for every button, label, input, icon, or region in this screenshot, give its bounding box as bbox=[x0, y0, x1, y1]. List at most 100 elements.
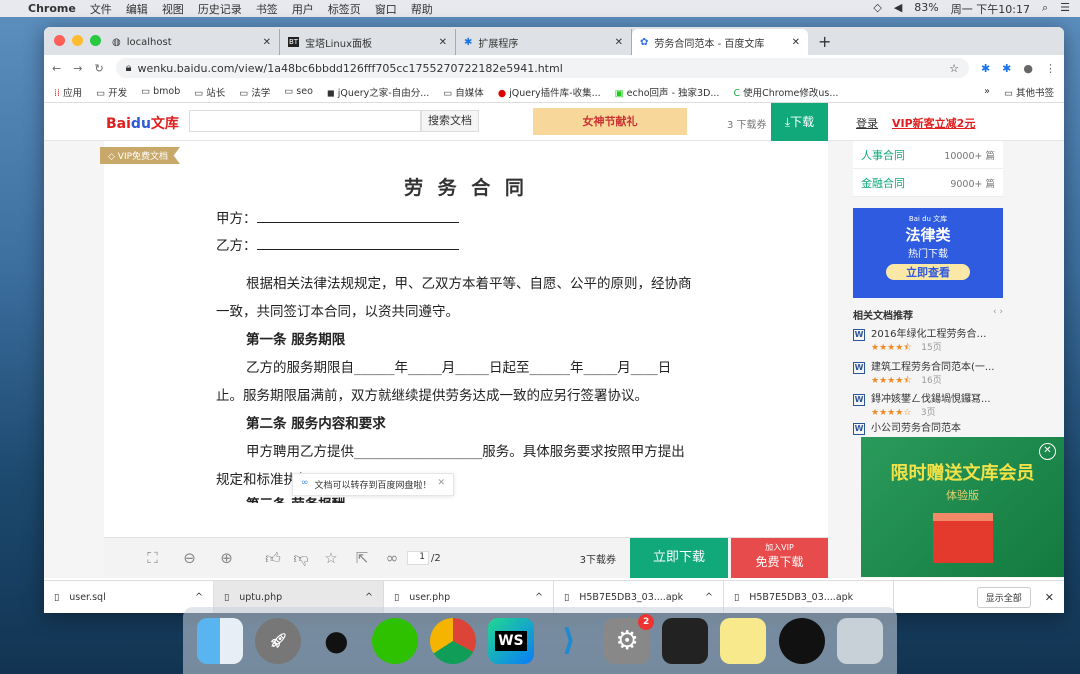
chevron-up-icon[interactable]: ^ bbox=[705, 592, 713, 603]
close-icon[interactable]: ✕ bbox=[792, 37, 800, 48]
wechat-icon[interactable] bbox=[371, 617, 418, 664]
new-tab-button[interactable]: + bbox=[818, 32, 831, 51]
bookmark[interactable]: ▭ bmob bbox=[141, 86, 180, 97]
bookmark[interactable]: ◼ jQuery之家-自由分... bbox=[327, 85, 429, 99]
file-icon: ▯ bbox=[394, 591, 400, 603]
related-doc[interactable]: W 2016年绿化工程劳务合… ★★★★⯪ 15页 bbox=[853, 329, 1003, 354]
menu-item[interactable]: 标签页 bbox=[328, 1, 361, 17]
search-input[interactable] bbox=[189, 110, 421, 132]
bookmark[interactable]: ▣ echo回声 - 独家3D... bbox=[615, 85, 720, 99]
related-doc[interactable]: W 建筑工程劳务合同范本(一... ★★★★⯪ 16页 bbox=[853, 362, 1003, 387]
page-input[interactable]: 1 bbox=[407, 551, 429, 565]
list-icon[interactable]: ☰ bbox=[1060, 1, 1070, 17]
vscode-icon[interactable]: ⟩ bbox=[546, 618, 592, 664]
related-doc[interactable]: W 小公司劳务合同范本 bbox=[853, 423, 1003, 435]
file-icon: ▯ bbox=[54, 591, 60, 603]
download-now-button[interactable]: 立即下载 bbox=[630, 538, 728, 578]
close-icon[interactable]: ✕ bbox=[1045, 591, 1054, 604]
menu-item[interactable]: 视图 bbox=[162, 1, 184, 17]
chevron-up-icon[interactable]: ^ bbox=[535, 592, 543, 603]
star-icon[interactable]: ☆ bbox=[949, 62, 959, 75]
webstorm-icon[interactable]: WS bbox=[487, 617, 534, 664]
search-button[interactable]: 搜索文档 bbox=[421, 110, 479, 132]
close-icon[interactable]: ✕ bbox=[439, 37, 447, 48]
clock[interactable]: 周一 下午10:17 bbox=[951, 1, 1030, 17]
menu-item[interactable]: 用户 bbox=[292, 1, 314, 17]
menu-item[interactable]: 书签 bbox=[256, 1, 278, 17]
zoom-out-icon[interactable]: ⊖ bbox=[171, 549, 208, 567]
category-item[interactable]: 金融合同 9000+ 篇 bbox=[853, 169, 1003, 197]
tab-extensions[interactable]: ✱ 扩展程序 ✕ bbox=[456, 29, 632, 55]
qq-icon[interactable]: ● bbox=[313, 618, 359, 664]
tab-localhost[interactable]: ◍ localhost ✕ bbox=[104, 29, 280, 55]
obs-icon[interactable] bbox=[778, 617, 825, 664]
wifi-icon[interactable]: ◇ bbox=[873, 1, 881, 17]
bookmark[interactable]: ▭ seo bbox=[284, 86, 313, 97]
close-icon[interactable]: ✕ bbox=[263, 37, 271, 48]
back-icon[interactable]: ← bbox=[52, 62, 61, 75]
more-icon[interactable]: ⋮ bbox=[1045, 62, 1056, 75]
trash-icon[interactable] bbox=[836, 617, 883, 664]
notes-icon[interactable] bbox=[720, 617, 767, 664]
bookmark[interactable]: ▭ 站长 bbox=[194, 85, 225, 99]
minimize-window-button[interactable] bbox=[72, 35, 83, 46]
bookmark[interactable]: ▭ 法学 bbox=[239, 85, 270, 99]
bookmark[interactable]: C 使用Chrome修改us... bbox=[733, 85, 838, 99]
bookmarks-more[interactable]: » bbox=[984, 86, 990, 97]
menu-item[interactable]: 历史记录 bbox=[198, 1, 242, 17]
bookmark[interactable]: ● jQuery插件库-收集... bbox=[498, 85, 601, 99]
launchpad-icon[interactable]: 🚀︎ bbox=[255, 617, 302, 664]
puzzle-icon[interactable]: ✱ bbox=[1002, 62, 1011, 75]
star-icon[interactable]: ☆ bbox=[315, 549, 347, 567]
forward-icon[interactable]: → bbox=[73, 62, 82, 75]
menu-item[interactable]: 编辑 bbox=[126, 1, 148, 17]
battery-status[interactable]: 83% bbox=[914, 1, 938, 17]
address-bar[interactable]: 🔒︎ wenku.baidu.com/view/1a48bc6bbdd126fff… bbox=[115, 58, 969, 78]
bookmark[interactable]: ▭ 开发 bbox=[96, 85, 127, 99]
vip-gift-popup[interactable]: ✕ 限时赠送文库会员 体验版 bbox=[861, 437, 1064, 577]
chevron-up-icon[interactable]: ^ bbox=[365, 592, 373, 603]
pager-arrows[interactable]: ‹ › bbox=[993, 307, 1003, 322]
show-all-button[interactable]: 显示全部 bbox=[976, 586, 1031, 608]
zoom-window-button[interactable] bbox=[90, 35, 101, 46]
login-link[interactable]: 登录 bbox=[856, 115, 878, 131]
close-icon[interactable]: ✕ bbox=[615, 37, 623, 48]
bookmark-other[interactable]: ▭ 其他书签 bbox=[1004, 85, 1054, 99]
extension-icon[interactable]: ✱ bbox=[981, 62, 990, 75]
menu-item[interactable]: 文件 bbox=[90, 1, 112, 17]
promo-banner[interactable]: 女神节献礼 bbox=[533, 108, 687, 135]
chrome-icon[interactable] bbox=[429, 617, 476, 664]
word-icon: W bbox=[853, 394, 865, 406]
vip-download-button[interactable]: 加入VIP 免费下载 bbox=[731, 538, 828, 578]
category-item[interactable]: 人事合同 10000+ 篇 bbox=[853, 141, 1003, 169]
chevron-up-icon[interactable]: ^ bbox=[195, 592, 203, 603]
finder-icon[interactable] bbox=[197, 617, 244, 664]
menu-app[interactable]: Chrome bbox=[28, 2, 76, 15]
menu-item[interactable]: 帮助 bbox=[411, 1, 433, 17]
menu-item[interactable]: 窗口 bbox=[375, 1, 397, 17]
bookmark-apps[interactable]: ⁞⁞ 应用 bbox=[54, 85, 82, 99]
law-ad-banner[interactable]: Bai du 文库 法律类 热门下载 立即查看 bbox=[853, 208, 1003, 298]
zoom-in-icon[interactable]: ⊕ bbox=[208, 549, 245, 567]
share-icon[interactable]: ⇱ bbox=[347, 549, 377, 567]
volume-icon[interactable]: ◀ bbox=[894, 1, 902, 17]
close-icon[interactable]: ✕ bbox=[438, 478, 446, 491]
close-icon[interactable]: ✕ bbox=[1039, 443, 1056, 460]
system-preferences-icon[interactable]: ⚙︎ 2 bbox=[604, 613, 655, 664]
tab-bt[interactable]: BT 宝塔Linux面板 ✕ bbox=[280, 29, 456, 55]
vip-promo-link[interactable]: VIP新客立减2元 bbox=[892, 115, 975, 131]
fullscreen-icon[interactable]: ⛶ bbox=[134, 549, 171, 567]
netdisk-icon[interactable]: ∞ bbox=[377, 549, 407, 567]
related-doc[interactable]: W 鍀冲姟鐢ㄥ伐鍚堝悓鑼冩... ★★★★☆ 3页 bbox=[853, 394, 1003, 419]
search-icon[interactable]: ⌕ bbox=[1042, 1, 1048, 17]
close-window-button[interactable] bbox=[54, 35, 65, 46]
profile-icon[interactable]: ● bbox=[1023, 62, 1033, 75]
activity-monitor-icon[interactable] bbox=[662, 617, 709, 664]
download-button[interactable]: ⤓下载 bbox=[771, 103, 828, 141]
reload-icon[interactable]: ↻ bbox=[94, 62, 103, 75]
thumbs-down-icon[interactable]: 👎︎ bbox=[287, 549, 315, 568]
thumbs-up-icon[interactable]: 👍︎ bbox=[259, 549, 287, 568]
bookmark[interactable]: ▭ 自媒体 bbox=[443, 85, 484, 99]
baidu-wenku-logo[interactable]: Baidu文库 bbox=[106, 113, 179, 133]
tab-wenku[interactable]: ✿ 劳务合同范本 - 百度文库 ✕ bbox=[632, 29, 808, 55]
